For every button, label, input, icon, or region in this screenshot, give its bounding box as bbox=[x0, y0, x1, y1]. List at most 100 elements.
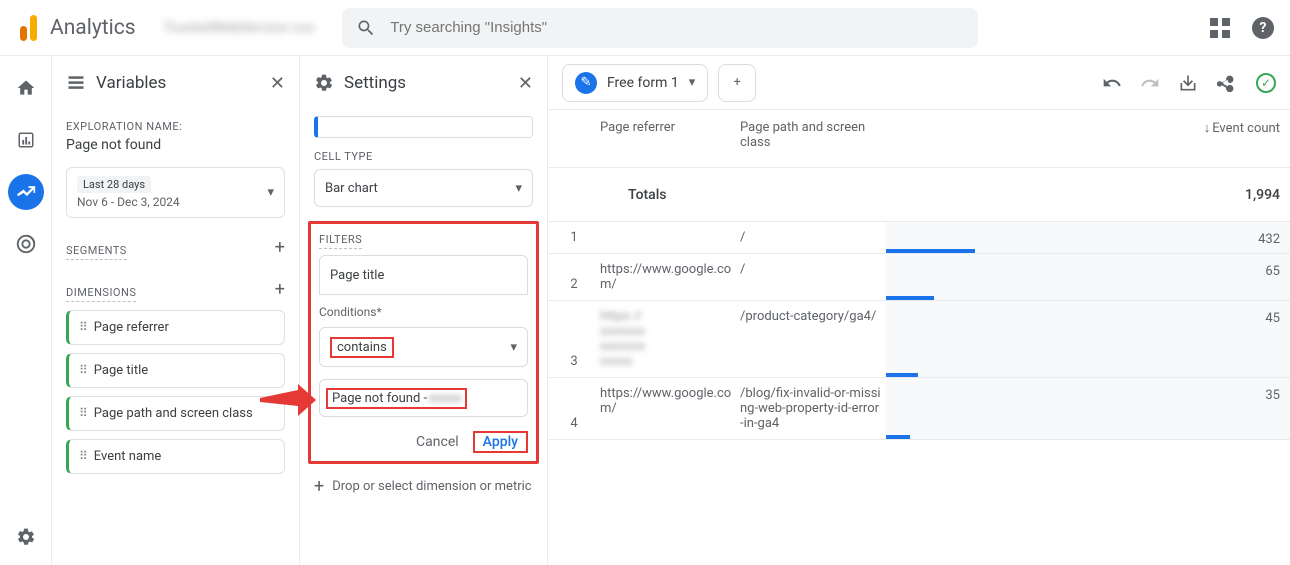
canvas-header: ✎ Free form 1 ▾ + ✓ bbox=[548, 56, 1290, 110]
cell-referrer bbox=[600, 222, 740, 253]
data-grid: Page referrer Page path and screen class… bbox=[548, 110, 1290, 440]
drop-hint-text: Drop or select dimension or metric bbox=[332, 479, 531, 494]
variables-header: Variables ✕ bbox=[52, 56, 299, 110]
main-canvas: ✎ Free form 1 ▾ + ✓ Page referrer Page p… bbox=[548, 56, 1290, 565]
settings-title: Settings bbox=[344, 73, 406, 93]
cell-bar: 35 bbox=[886, 378, 1290, 439]
cell-referrer: https //xxxxxxxxxxxxxxxxxxx bbox=[600, 301, 740, 377]
variables-title: Variables bbox=[96, 73, 166, 93]
exploration-tab[interactable]: ✎ Free form 1 ▾ bbox=[562, 64, 708, 102]
date-range-text: Nov 6 - Dec 3, 2024 bbox=[77, 195, 180, 209]
cell-value: 432 bbox=[1258, 232, 1280, 247]
table-row[interactable]: 3https //xxxxxxxxxxxxxxxxxxx/product-cat… bbox=[548, 301, 1290, 378]
search-bar[interactable] bbox=[342, 8, 978, 48]
cell-referrer: https://www.google.com/ bbox=[600, 254, 740, 300]
dropdown-icon: ▾ bbox=[689, 75, 696, 90]
left-nav-rail bbox=[0, 56, 52, 565]
dropdown-icon: ▾ bbox=[515, 181, 522, 196]
table-row[interactable]: 4https://www.google.com//blog/fix-invali… bbox=[548, 378, 1290, 440]
drop-zone[interactable]: + Drop or select dimension or metric bbox=[300, 476, 547, 497]
column-header-metric[interactable]: ↓ Event count bbox=[886, 120, 1290, 136]
add-tab-button[interactable]: + bbox=[718, 64, 756, 102]
add-segment-button[interactable]: + bbox=[275, 237, 285, 258]
property-selector[interactable]: TrustedWebService cos bbox=[154, 16, 325, 40]
dimension-label: Page title bbox=[94, 363, 148, 378]
close-variables-icon[interactable]: ✕ bbox=[270, 73, 285, 94]
share-icon[interactable] bbox=[1216, 72, 1238, 94]
settings-header: Settings ✕ bbox=[300, 56, 547, 110]
exploration-name-label: EXPLORATION NAME: bbox=[66, 120, 285, 133]
filter-dimension-field[interactable]: Page title bbox=[319, 255, 528, 295]
apps-icon[interactable] bbox=[1210, 18, 1230, 38]
cell-value: 45 bbox=[1265, 311, 1280, 326]
row-index: 2 bbox=[548, 254, 600, 300]
nav-home-icon[interactable] bbox=[8, 70, 44, 106]
row-index: 3 bbox=[548, 301, 600, 377]
truncated-setting-chip[interactable] bbox=[314, 116, 533, 138]
filter-expression-input[interactable]: Page not found - xxxxx bbox=[319, 379, 528, 417]
variables-icon bbox=[66, 73, 86, 93]
nav-reports-icon[interactable] bbox=[8, 122, 44, 158]
search-input[interactable] bbox=[390, 19, 964, 36]
download-icon[interactable] bbox=[1178, 73, 1198, 93]
drag-handle-icon: ⠿ bbox=[79, 453, 86, 460]
row-index: 1 bbox=[548, 222, 600, 253]
filter-dimension-value: Page title bbox=[330, 268, 384, 283]
dimension-chip[interactable]: ⠿Page title bbox=[66, 353, 285, 388]
apply-button[interactable]: Apply bbox=[473, 431, 528, 453]
table-row[interactable]: 1 / 432 bbox=[548, 222, 1290, 254]
cancel-button[interactable]: Cancel bbox=[416, 434, 459, 450]
close-settings-icon[interactable]: ✕ bbox=[518, 73, 533, 94]
cell-path: /product-category/ga4/ bbox=[740, 301, 886, 377]
column-header-referrer[interactable]: Page referrer bbox=[600, 120, 740, 135]
nav-explore-icon[interactable] bbox=[8, 174, 44, 210]
sort-desc-icon: ↓ bbox=[1204, 120, 1211, 136]
search-icon bbox=[356, 18, 376, 38]
totals-label: Totals bbox=[628, 187, 667, 203]
dimension-chip[interactable]: ⠿ Page referrer bbox=[66, 310, 285, 345]
dimension-label: Page path and screen class bbox=[94, 406, 253, 421]
nav-advertising-icon[interactable] bbox=[8, 226, 44, 262]
cell-bar: 432 bbox=[886, 222, 1290, 253]
cell-bar: 65 bbox=[886, 254, 1290, 300]
cell-path: /blog/fix-invalid-or-missing-web-propert… bbox=[740, 378, 886, 439]
gear-icon bbox=[314, 73, 334, 93]
match-type-select[interactable]: contains ▾ bbox=[319, 327, 528, 367]
dimension-label: Event name bbox=[94, 449, 162, 464]
dimension-chip[interactable]: ⠿ Event name bbox=[66, 439, 285, 474]
undo-icon[interactable] bbox=[1102, 73, 1122, 93]
redo-icon[interactable] bbox=[1140, 73, 1160, 93]
column-header-path[interactable]: Page path and screen class bbox=[740, 120, 886, 150]
add-dimension-button[interactable]: + bbox=[275, 279, 285, 300]
cell-type-label: CELL TYPE bbox=[314, 150, 533, 163]
analytics-logo-icon bbox=[16, 15, 40, 41]
dimension-chip[interactable]: ⠿Page path and screen class bbox=[66, 396, 285, 431]
edit-icon: ✎ bbox=[575, 72, 597, 94]
help-icon[interactable]: ? bbox=[1252, 17, 1274, 39]
filters-section-highlight: FILTERS Page title Conditions* contains … bbox=[308, 221, 539, 464]
plus-icon: + bbox=[314, 476, 324, 497]
tab-label: Free form 1 bbox=[607, 75, 679, 91]
exploration-name[interactable]: Page not found bbox=[66, 137, 285, 153]
topbar-actions: ? bbox=[1210, 17, 1274, 39]
expression-redacted: xxxxx bbox=[429, 391, 461, 406]
filters-label: FILTERS bbox=[319, 233, 362, 249]
grid-header-row: Page referrer Page path and screen class… bbox=[548, 110, 1290, 168]
match-type-value: contains bbox=[330, 337, 394, 358]
sample-status-icon[interactable]: ✓ bbox=[1256, 73, 1276, 93]
dimension-label: Page referrer bbox=[94, 320, 169, 335]
cell-path: / bbox=[740, 222, 886, 253]
table-row[interactable]: 2https://www.google.com//65 bbox=[548, 254, 1290, 301]
cell-value: 65 bbox=[1265, 264, 1280, 279]
drag-handle-icon: ⠿ bbox=[79, 324, 86, 331]
settings-panel: Settings ✕ CELL TYPE Bar chart ▾ FILTERS… bbox=[300, 56, 548, 565]
cell-type-select[interactable]: Bar chart ▾ bbox=[314, 169, 533, 207]
logo: Analytics bbox=[16, 15, 136, 41]
conditions-label: Conditions* bbox=[319, 305, 528, 319]
date-range-selector[interactable]: Last 28 days Nov 6 - Dec 3, 2024 ▾ bbox=[66, 167, 285, 218]
cell-value: 35 bbox=[1265, 388, 1280, 403]
expression-text: Page not found - bbox=[332, 391, 427, 406]
variables-panel: Variables ✕ EXPLORATION NAME: Page not f… bbox=[52, 56, 300, 565]
nav-admin-icon[interactable] bbox=[8, 519, 44, 555]
totals-value: 1,994 bbox=[1245, 187, 1290, 203]
